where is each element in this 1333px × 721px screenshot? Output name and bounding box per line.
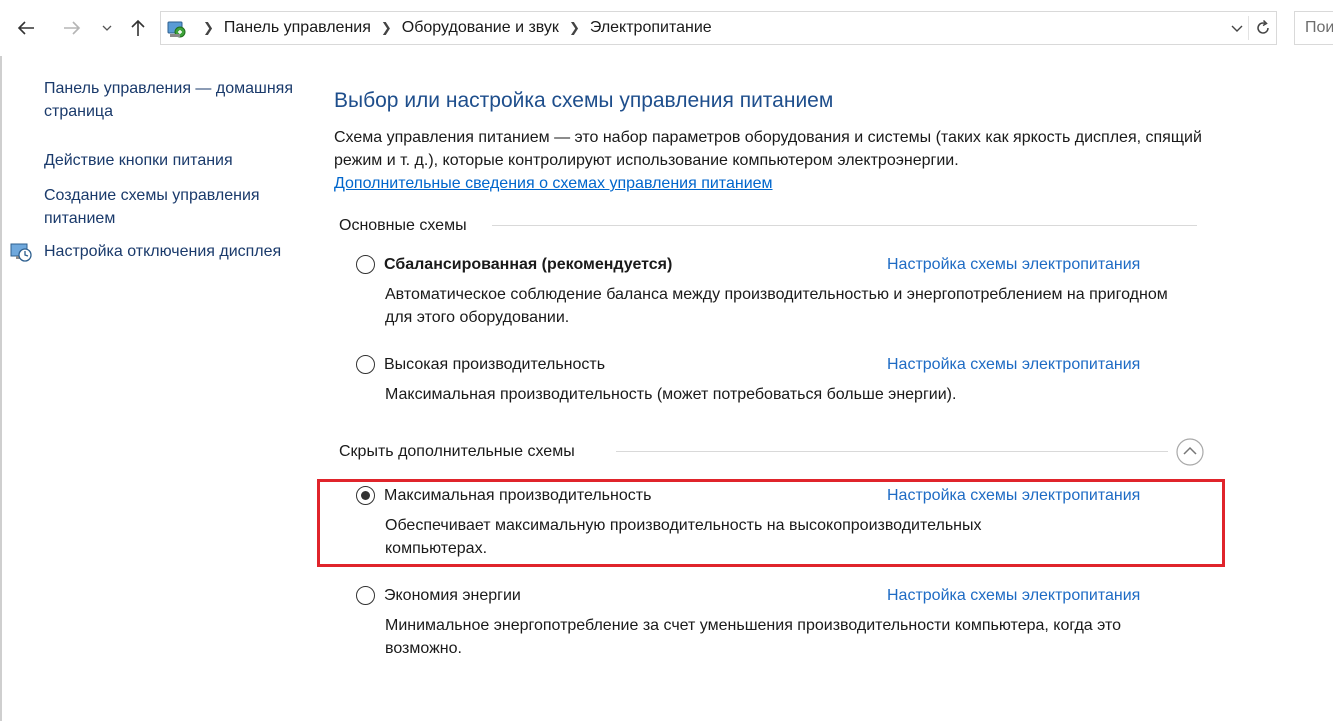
chevron-right-icon: ❯ xyxy=(568,20,580,35)
recent-locations-button[interactable] xyxy=(96,14,118,42)
plan-description: Максимальная производительность (может п… xyxy=(385,386,957,403)
chevron-down-icon xyxy=(102,25,112,31)
plan-radio-balanced[interactable] xyxy=(356,255,375,274)
divider xyxy=(616,451,1168,452)
back-button[interactable] xyxy=(12,14,40,42)
display-timeout-icon xyxy=(10,243,32,262)
plan-radio-power-saver[interactable] xyxy=(356,586,375,605)
breadcrumb-control-panel[interactable]: Панель управления xyxy=(224,19,371,37)
plan-name[interactable]: Экономия энергии xyxy=(384,584,521,607)
chevron-right-icon: ❯ xyxy=(203,20,214,35)
breadcrumb: ❯ Панель управления ❯ Оборудование и зву… xyxy=(193,12,712,44)
plan-settings-link[interactable]: Настройка схемы электропитания xyxy=(887,584,1140,607)
plan-name[interactable]: Сбалансированная (рекомендуется) xyxy=(384,253,672,276)
intro-text: Схема управления питанием — это набор па… xyxy=(334,129,1202,169)
arrow-left-icon xyxy=(17,21,34,35)
address-bar[interactable]: ❯ Панель управления ❯ Оборудование и зву… xyxy=(160,11,1277,45)
sidebar-link-create-power-plan[interactable]: Создание схемы управления питанием xyxy=(44,184,304,230)
highlight-annotation xyxy=(317,479,1225,567)
forward-button[interactable] xyxy=(58,14,86,42)
breadcrumb-power-options[interactable]: Электропитание xyxy=(590,19,712,37)
search-input[interactable]: Пои xyxy=(1294,11,1333,45)
hide-additional-plans-heading[interactable]: Скрыть дополнительные схемы xyxy=(339,443,575,461)
plan-radio-high-performance[interactable] xyxy=(356,355,375,374)
up-button[interactable] xyxy=(124,14,152,42)
plan-description: Автоматическое соблюдение баланса между … xyxy=(385,286,1168,326)
sidebar-link-power-button-action[interactable]: Действие кнопки питания xyxy=(44,149,304,172)
sidebar-link-display-off-settings[interactable]: Настройка отключения дисплея xyxy=(44,240,304,263)
basic-plans-heading: Основные схемы xyxy=(339,217,467,234)
more-info-link[interactable]: Дополнительные сведения о схемах управле… xyxy=(334,172,773,195)
breadcrumb-hardware-sound[interactable]: Оборудование и звук xyxy=(402,19,559,37)
collapse-additional-plans-button[interactable] xyxy=(1175,437,1205,467)
chevron-right-icon: ❯ xyxy=(380,20,392,35)
divider xyxy=(1248,16,1249,40)
plan-description: Минимальное энергопотребление за счет ум… xyxy=(385,617,1122,657)
arrow-right-icon xyxy=(64,21,81,35)
page-title: Выбор или настройка схемы управления пит… xyxy=(334,89,834,112)
main-content: Выбор или настройка схемы управления пит… xyxy=(334,56,1214,721)
control-panel-icon xyxy=(167,21,186,38)
divider xyxy=(492,225,1197,226)
arrow-up-icon xyxy=(131,19,145,36)
refresh-button[interactable] xyxy=(1253,18,1273,38)
navigation-bar: ❯ Панель управления ❯ Оборудование и зву… xyxy=(0,0,1333,56)
left-navigation-panel: Панель управления — домашняя страница Де… xyxy=(0,56,310,721)
address-history-dropdown[interactable] xyxy=(1229,20,1245,36)
plan-settings-link[interactable]: Настройка схемы электропитания xyxy=(887,253,1140,276)
plan-settings-link[interactable]: Настройка схемы электропитания xyxy=(887,353,1140,376)
plan-name[interactable]: Высокая производительность xyxy=(384,353,605,376)
sidebar-link-control-panel-home[interactable]: Панель управления — домашняя страница xyxy=(44,77,304,123)
